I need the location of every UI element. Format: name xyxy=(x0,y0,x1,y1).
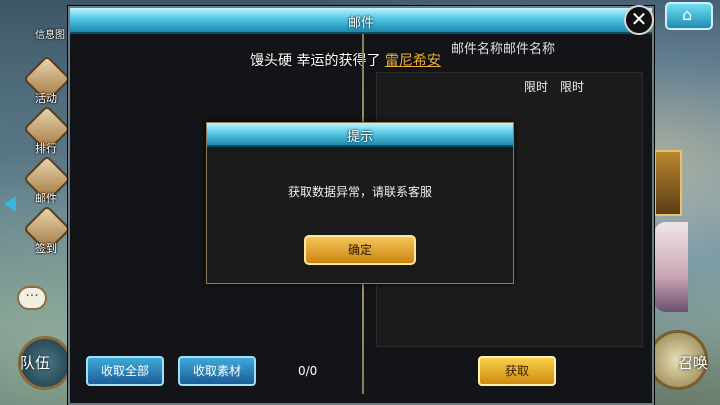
character-portrait xyxy=(654,222,688,312)
mail-name: 邮件名称邮件名称 xyxy=(451,42,556,57)
sidebar-item-mail[interactable]: 邮件 xyxy=(22,154,72,210)
collect-all-button[interactable]: 收取全部 xyxy=(86,356,164,386)
close-icon[interactable]: ✕ xyxy=(624,5,654,35)
dialog-header: 提示 xyxy=(207,123,513,147)
summon-label: 召唤 xyxy=(677,354,708,372)
limit-label: 限时 xyxy=(524,80,549,94)
dialog-title: 提示 xyxy=(346,130,373,145)
chat-icon[interactable]: ··· xyxy=(17,286,47,310)
mail-header: 邮件 xyxy=(70,8,652,34)
alert-dialog: 提示 获取数据异常，请联系客服 确定 xyxy=(206,122,514,284)
announcement-item-link[interactable]: 雷尼希安 xyxy=(385,53,441,69)
announcement-text: 馒头硬 幸运的获得了 xyxy=(250,53,385,69)
sidebar-item-label: 排行 xyxy=(35,142,57,155)
mail-count: 0/0 xyxy=(298,364,318,378)
window-title: 邮件 xyxy=(347,16,374,31)
get-button[interactable]: 获取 xyxy=(478,356,556,386)
home-icon: ⌂ xyxy=(682,5,693,24)
sidebar-item-signin[interactable]: 签到 xyxy=(22,204,72,260)
sidebar-item-ranking[interactable]: 排行 xyxy=(22,104,72,160)
confirm-button[interactable]: 确定 xyxy=(304,235,416,265)
limit-label: 限时 xyxy=(560,80,585,94)
event-card-icon[interactable] xyxy=(654,150,682,216)
sidebar-item-label: 签到 xyxy=(35,242,57,255)
home-button[interactable]: ⌂ xyxy=(665,2,713,30)
dialog-message: 获取数据异常，请联系客服 xyxy=(287,185,432,199)
sidebar-item-label: 邮件 xyxy=(35,192,57,205)
sidebar-item-label: 活动 xyxy=(35,92,57,105)
announcement: 馒头硬 幸运的获得了 雷尼希安 xyxy=(250,50,441,70)
sidebar-top-label: 信息图 xyxy=(35,30,65,41)
team-label: 队伍 xyxy=(20,354,51,372)
sidebar-item-activity[interactable]: 活动 xyxy=(22,54,72,110)
collect-materials-button[interactable]: 收取素材 xyxy=(178,356,256,386)
left-arrow-icon[interactable] xyxy=(4,196,16,212)
